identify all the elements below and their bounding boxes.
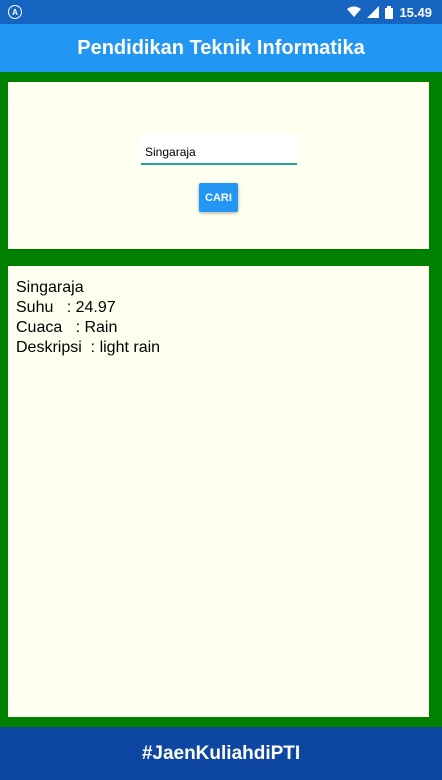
status-bar: A 15.49 (0, 0, 442, 24)
battery-icon (385, 5, 394, 19)
search-button[interactable]: CARI (199, 183, 238, 212)
result-description: Deskripsi : light rain (16, 339, 161, 356)
result-weather: Cuaca : Rain (16, 319, 118, 336)
footer: #JaenKuliahdiPTI (0, 727, 442, 780)
status-left: A (8, 5, 22, 19)
search-panel: CARI (8, 82, 429, 249)
clock-time: 15.49 (399, 4, 432, 20)
app-bar: Pendidikan Teknik Informatika (0, 24, 442, 72)
signal-icon (367, 6, 380, 18)
app-notification-icon: A (8, 5, 22, 19)
city-search-input[interactable] (141, 134, 297, 165)
result-city: Singaraja (16, 279, 84, 296)
wifi-icon (347, 6, 362, 18)
result-temperature: Suhu : 24.97 (16, 299, 116, 316)
result-panel: Singaraja Suhu : 24.97 Cuaca : Rain Desk… (8, 266, 429, 717)
footer-hashtag: #JaenKuliahdiPTI (141, 742, 301, 764)
status-right: 15.49 (347, 5, 432, 20)
app-title: Pendidikan Teknik Informatika (77, 36, 365, 59)
